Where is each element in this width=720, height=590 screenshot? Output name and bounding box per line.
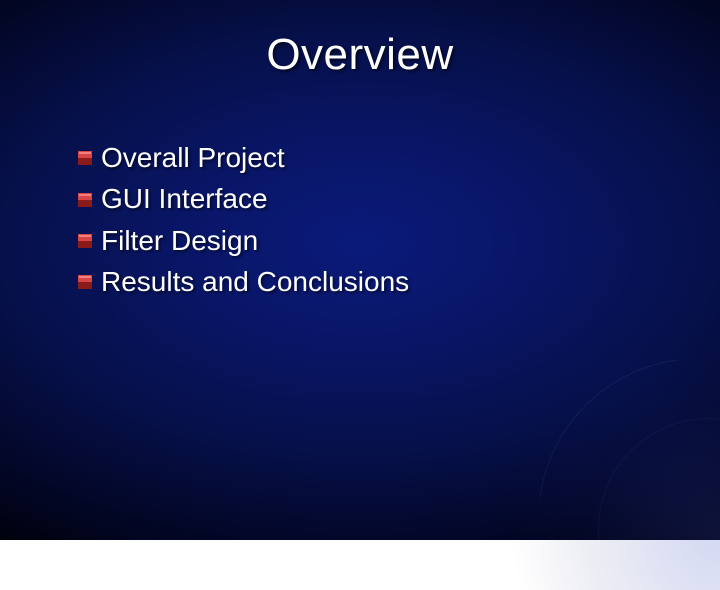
decorative-glow: [510, 330, 720, 590]
list-item: Results and Conclusions: [78, 264, 720, 300]
bullet-icon: [78, 275, 92, 289]
bullet-text: Filter Design: [101, 223, 258, 259]
slide-title: Overview: [0, 0, 720, 80]
list-item: Overall Project: [78, 140, 720, 176]
bullet-icon: [78, 234, 92, 248]
bullet-icon: [78, 193, 92, 207]
bullet-text: Overall Project: [101, 140, 285, 176]
bullet-text: GUI Interface: [101, 181, 268, 217]
slide: Overview Overall Project GUI Interfac: [0, 0, 720, 540]
slide-content: Overall Project GUI Interface Filter: [0, 140, 720, 301]
bullet-icon: [78, 151, 92, 165]
bullet-text: Results and Conclusions: [101, 264, 409, 300]
list-item: GUI Interface: [78, 181, 720, 217]
decorative-arc: [540, 360, 720, 540]
list-item: Filter Design: [78, 223, 720, 259]
